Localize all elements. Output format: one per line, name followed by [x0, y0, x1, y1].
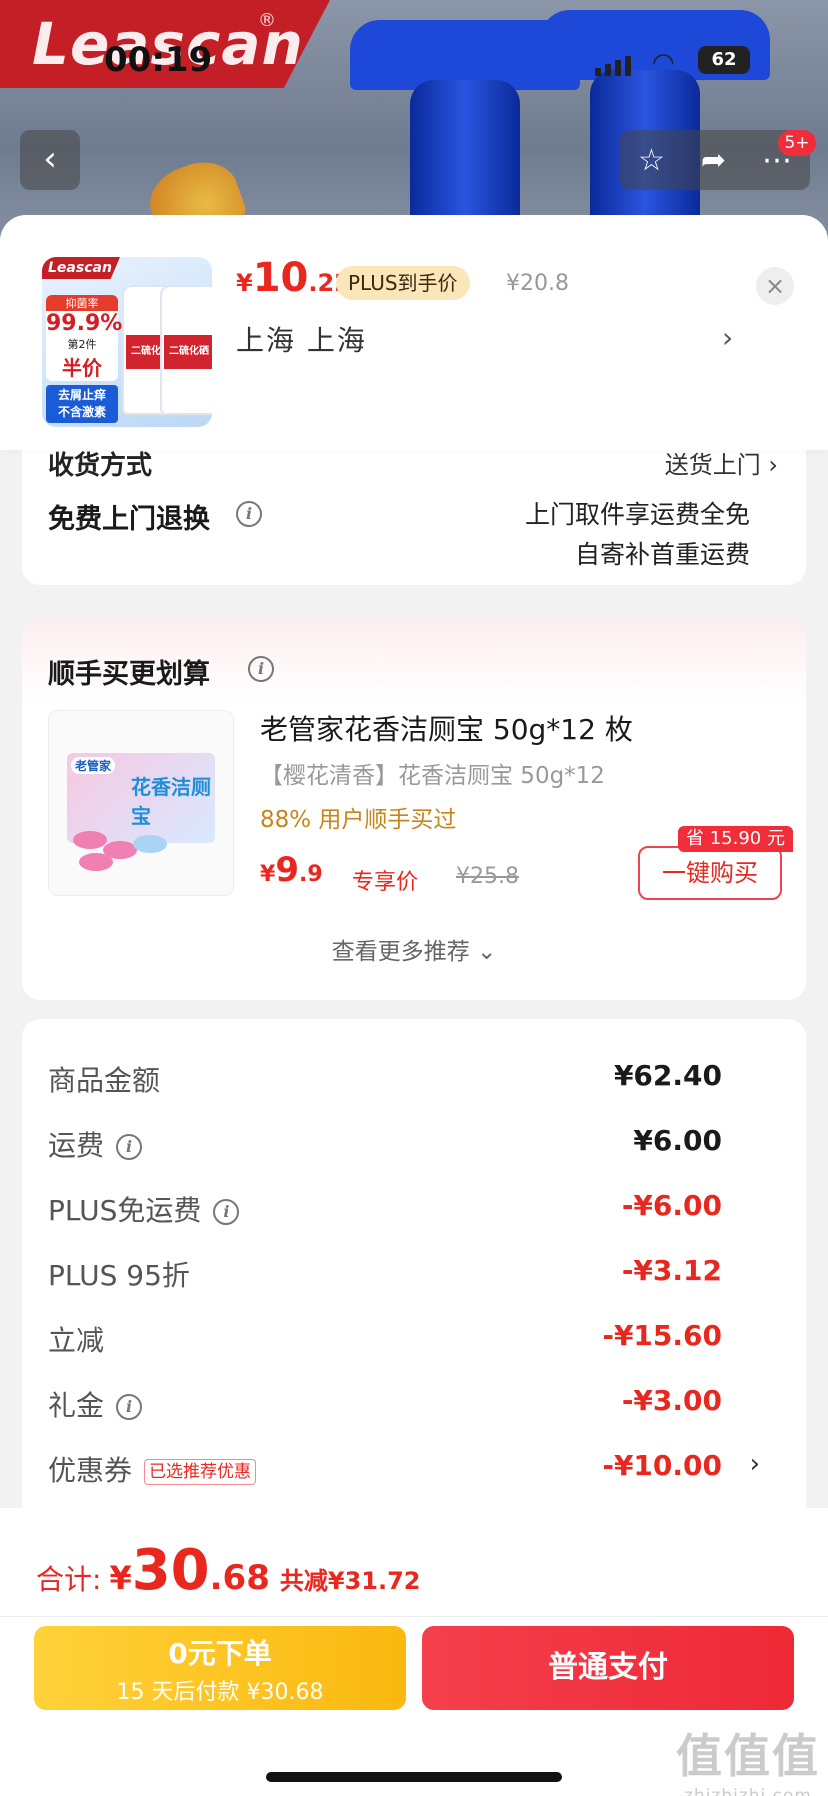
recommended-product-image[interactable]: 老管家 花香洁厕宝: [48, 710, 234, 896]
sheet-header: Leascan 二硫化硒 二硫化硒 抑菌率 99.9% 第2件 半价 去屑止痒 …: [0, 215, 828, 450]
normal-pay-button[interactable]: 普通支付: [422, 1626, 794, 1710]
free-return-title: 免费上门退换: [48, 504, 210, 535]
summary-row-coupon[interactable]: 优惠券 已选推荐优惠 -¥10.00 ›: [48, 1449, 766, 1489]
summary-row-shipping: 运费 i ¥6.00: [48, 1124, 766, 1164]
favorite-star-icon[interactable]: ☆: [638, 143, 665, 178]
plus-price: ¥10.22: [236, 255, 351, 301]
signal-icon: [595, 54, 635, 76]
summary-label: 商品金额: [48, 1064, 161, 1097]
exclusive-price-label: 专享价: [352, 870, 419, 895]
share-icon[interactable]: ➦: [701, 143, 726, 178]
thumb-foot-label: 去屑止痒 不含激素: [46, 385, 118, 423]
recommendation-card: 顺手买更划算 i 老管家 花香洁厕宝 老管家花香洁厕宝 50g*12 枚 【樱花…: [22, 620, 806, 1000]
delivery-method-value[interactable]: 送货上门 ›: [665, 445, 778, 480]
summary-row-goods: 商品金额 ¥62.40: [48, 1059, 766, 1099]
savings-badge: 省 15.90 元: [678, 826, 793, 852]
summary-value: -¥6.00: [621, 1189, 722, 1222]
back-button[interactable]: ‹: [20, 130, 80, 190]
summary-row-plus-shipping: PLUS免运费 i -¥6.00: [48, 1189, 766, 1229]
info-icon[interactable]: i: [213, 1199, 240, 1225]
product-box: 老管家 花香洁厕宝: [67, 753, 215, 843]
one-click-buy-button[interactable]: 一键购买: [638, 846, 782, 900]
site-watermark: 值值值 zhizhizhi.com: [676, 1729, 820, 1796]
total-discount: 共减¥31.72: [279, 1567, 421, 1595]
thumb-promo-badge: 抑菌率 99.9% 第2件 半价: [46, 295, 123, 381]
home-indicator: [266, 1772, 562, 1782]
info-icon[interactable]: i: [116, 1134, 143, 1160]
purchase-stat: 88% 用户顺手买过: [260, 807, 457, 833]
summary-value: -¥3.12: [621, 1254, 722, 1287]
chevron-right-icon[interactable]: ›: [722, 321, 733, 354]
recommendation-title: 顺手买更划算: [48, 659, 210, 690]
status-bar: 00:19 ◠ 62: [0, 0, 828, 120]
wifi-icon: ◠: [652, 48, 675, 78]
summary-label: 礼金: [48, 1389, 105, 1422]
recommended-product-name[interactable]: 老管家花香洁厕宝 50g*12 枚: [260, 708, 633, 748]
delivery-address[interactable]: 上海 上海: [236, 319, 367, 359]
summary-label: 优惠券: [48, 1454, 133, 1487]
product-thumbnail[interactable]: Leascan 二硫化硒 二硫化硒 抑菌率 99.9% 第2件 半价 去屑止痒 …: [42, 257, 212, 427]
battery-icon: 62: [698, 46, 750, 74]
summary-label: PLUS 95折: [48, 1259, 190, 1292]
summary-value: -¥10.00: [602, 1449, 722, 1482]
pay-later-button[interactable]: 0元下单 15 天后付款 ¥30.68: [34, 1626, 406, 1710]
plus-price-tag: PLUS到手价: [336, 266, 470, 300]
recommended-product-spec: 【樱花清香】花香洁厕宝 50g*12: [260, 763, 605, 789]
thumb-bottle: 二硫化硒: [160, 285, 212, 415]
summary-value: -¥3.00: [621, 1384, 722, 1417]
recommended-price: ¥9.9: [260, 850, 323, 890]
info-icon[interactable]: i: [236, 501, 262, 527]
original-price: ¥20.8: [506, 271, 569, 296]
info-icon[interactable]: i: [116, 1394, 143, 1420]
summary-value: ¥62.40: [613, 1059, 722, 1092]
summary-label: PLUS免运费: [48, 1194, 202, 1227]
checkout-bar: 合计: ¥30.68 共减¥31.72 0元下单 15 天后付款 ¥30.68 普通…: [0, 1508, 828, 1796]
info-icon[interactable]: i: [248, 656, 274, 682]
summary-row-plus-discount: PLUS 95折 -¥3.12: [48, 1254, 766, 1294]
divider: [0, 1616, 828, 1617]
price-summary-card: 商品金额 ¥62.40 运费 i ¥6.00 PLUS免运费 i -¥6.00 PL…: [22, 1019, 806, 1539]
order-total: 合计: ¥30.68 共减¥31.72: [36, 1538, 421, 1603]
status-time: 00:19: [104, 40, 213, 80]
recommended-original-price: ¥25.8: [456, 864, 519, 889]
free-return-line2: 自寄补首重运费: [574, 540, 750, 569]
summary-value: ¥6.00: [633, 1124, 722, 1157]
coupon-tag: 已选推荐优惠: [144, 1459, 257, 1485]
summary-label: 运费: [48, 1129, 105, 1162]
delivery-method-label: 收货方式: [48, 451, 153, 481]
free-return-line1: 上门取件享运费全免: [524, 500, 750, 529]
summary-row-gift: 礼金 i -¥3.00: [48, 1384, 766, 1424]
chevron-right-icon[interactable]: ›: [750, 1449, 760, 1479]
close-icon[interactable]: ×: [756, 267, 794, 305]
more-recommendations-link[interactable]: 查看更多推荐 ⌄: [22, 932, 806, 966]
message-count-badge: 5+: [778, 130, 816, 156]
thumb-brand: Leascan: [42, 257, 120, 279]
summary-label: 立减: [48, 1324, 105, 1357]
summary-value: -¥15.60: [602, 1319, 722, 1352]
summary-row-instant-cut: 立减 -¥15.60: [48, 1319, 766, 1359]
